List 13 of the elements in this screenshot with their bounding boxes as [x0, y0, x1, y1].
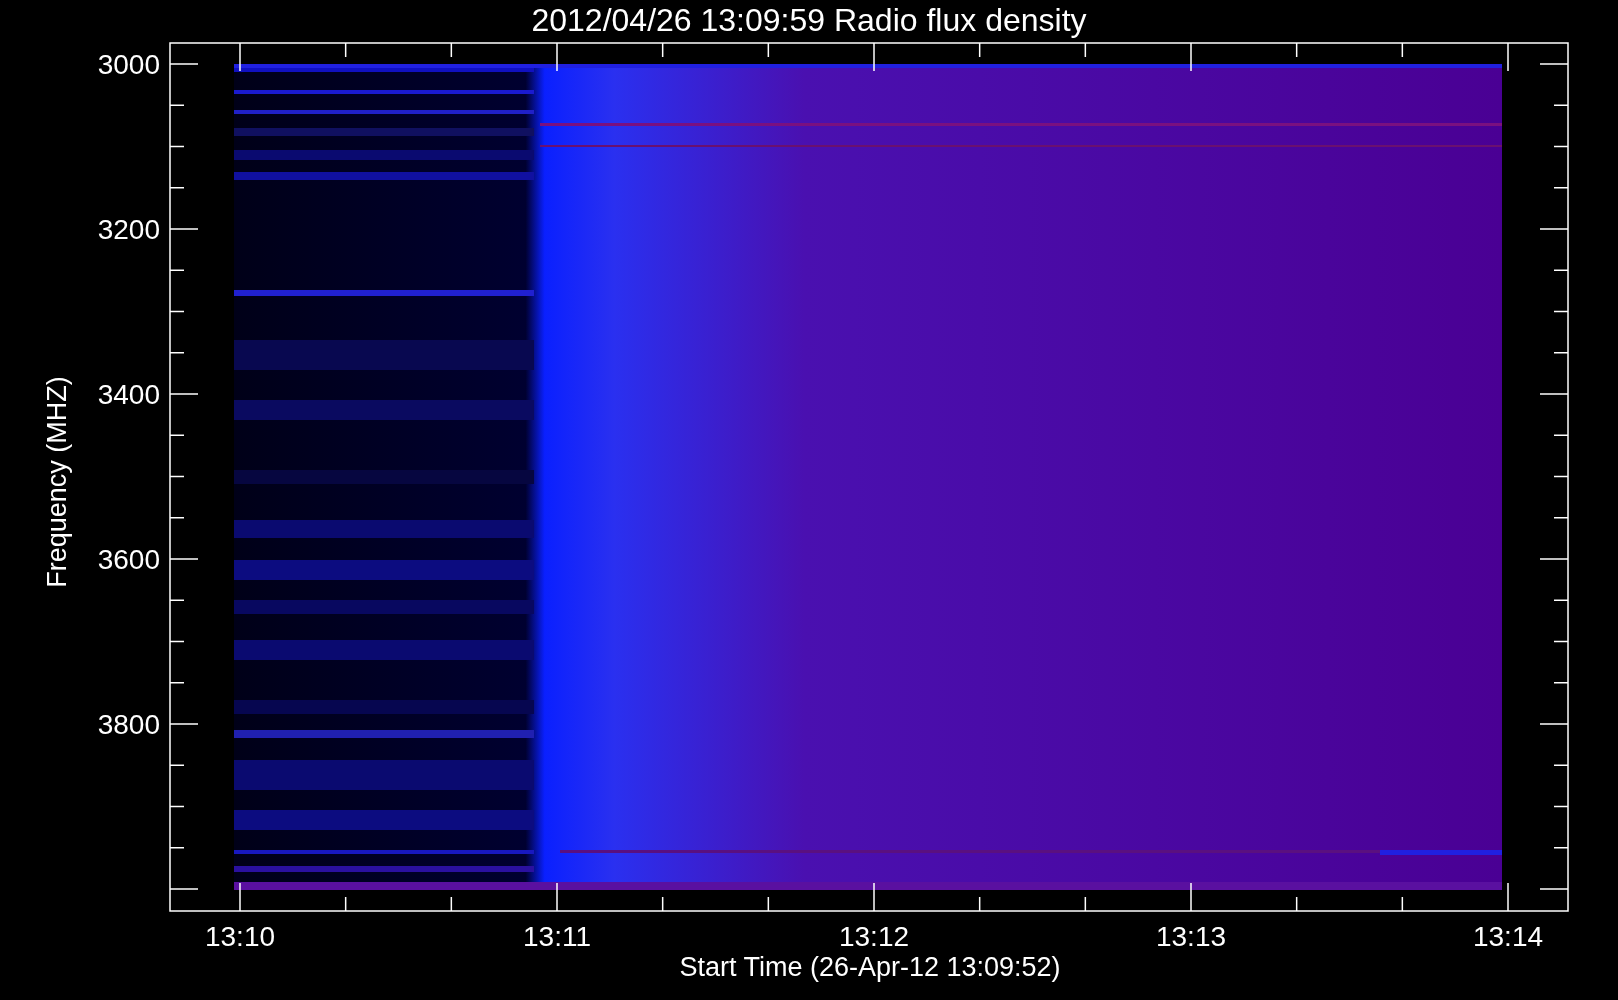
chart-title: 2012/04/26 13:09:59 Radio flux density [531, 4, 1087, 36]
tick-label: 13:12 [838, 921, 910, 952]
tick-label: 3600 [97, 544, 160, 575]
tick-label: 3200 [97, 214, 160, 245]
tick-label: 3000 [97, 49, 160, 80]
tick-label: 3400 [97, 379, 160, 410]
tick-label: 13:14 [1472, 921, 1544, 952]
tick-label: 13:13 [1155, 921, 1227, 952]
tick-label: 13:10 [204, 921, 276, 952]
axis-title: Start Time (26-Apr-12 13:09:52) [679, 952, 1061, 982]
tick-label: 13:11 [523, 921, 591, 952]
axis-title: Frequency (MHZ) [42, 376, 72, 588]
tick-label: 3800 [97, 709, 160, 740]
